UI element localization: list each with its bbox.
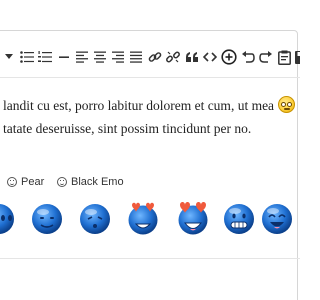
blue-emoji-grin[interactable]	[222, 200, 256, 236]
tab-black-emo[interactable]: Black Emo	[57, 176, 124, 188]
content-line-1-text: landit cu est, porro labitur dolorem et …	[3, 98, 275, 113]
blockquote-button[interactable]	[183, 48, 201, 66]
link-icon	[148, 52, 162, 62]
paste-button[interactable]	[275, 48, 293, 66]
align-left-button[interactable]	[73, 48, 91, 66]
insert-link-button[interactable]	[146, 48, 164, 66]
numbered-list-button[interactable]	[36, 48, 54, 66]
insert-button[interactable]	[220, 48, 238, 66]
editor-content[interactable]: landit cu est, porro labitur dolorem et …	[3, 94, 300, 140]
inserted-smiley-emoji	[278, 96, 296, 113]
blue-emoji-1[interactable]	[0, 200, 16, 236]
toolbar-divider	[0, 77, 300, 78]
align-justify-icon	[130, 51, 142, 63]
quote-icon	[185, 52, 198, 62]
horizontal-line-button[interactable]	[55, 48, 73, 66]
bullet-list-button[interactable]	[18, 48, 36, 66]
horizontal-line-icon	[59, 56, 69, 58]
source-code-button[interactable]	[201, 48, 219, 66]
content-line-1: landit cu est, porro labitur dolorem et …	[3, 94, 300, 117]
blue-emoji-heart-eyes-laugh[interactable]	[176, 200, 210, 236]
tab-pear[interactable]: Pear	[7, 176, 44, 188]
plus-circle-icon	[221, 49, 237, 65]
remove-link-button[interactable]	[164, 48, 182, 66]
tab-pear-label: Pear	[21, 176, 45, 188]
blue-emoji-3[interactable]	[78, 200, 112, 236]
align-right-icon	[112, 51, 124, 63]
undo-button[interactable]	[239, 48, 257, 66]
chevron-down-icon	[5, 54, 13, 59]
blue-emoji-laugh[interactable]	[260, 200, 294, 236]
smiley-icon	[57, 177, 67, 187]
align-center-icon	[94, 51, 106, 63]
text-color-dropdown-button[interactable]	[2, 48, 16, 66]
bullet-list-icon	[20, 51, 34, 63]
unlink-icon	[166, 51, 180, 63]
clipboard-icon	[277, 50, 291, 65]
align-justify-button[interactable]	[127, 48, 145, 66]
undo-icon	[242, 51, 255, 63]
emoji-panel-divider	[0, 258, 300, 259]
align-right-button[interactable]	[109, 48, 127, 66]
save-icon	[294, 50, 300, 64]
code-icon	[203, 52, 217, 62]
emoji-grid	[0, 200, 300, 250]
align-left-icon	[76, 51, 88, 63]
smiley-icon	[7, 177, 17, 187]
blue-emoji-2[interactable]	[30, 200, 64, 236]
tab-black-emo-label: Black Emo	[71, 176, 124, 188]
content-line-2: tatate deseruisse, sint possim tincidunt…	[3, 121, 252, 136]
editor-toolbar	[0, 45, 300, 75]
redo-icon	[259, 51, 272, 63]
redo-button[interactable]	[257, 48, 275, 66]
editor-window: landit cu est, porro labitur dolorem et …	[0, 0, 300, 300]
blue-emoji-heart-eyes[interactable]	[126, 200, 160, 236]
numbered-list-icon	[38, 51, 52, 63]
align-center-button[interactable]	[91, 48, 109, 66]
save-button[interactable]	[292, 48, 300, 66]
